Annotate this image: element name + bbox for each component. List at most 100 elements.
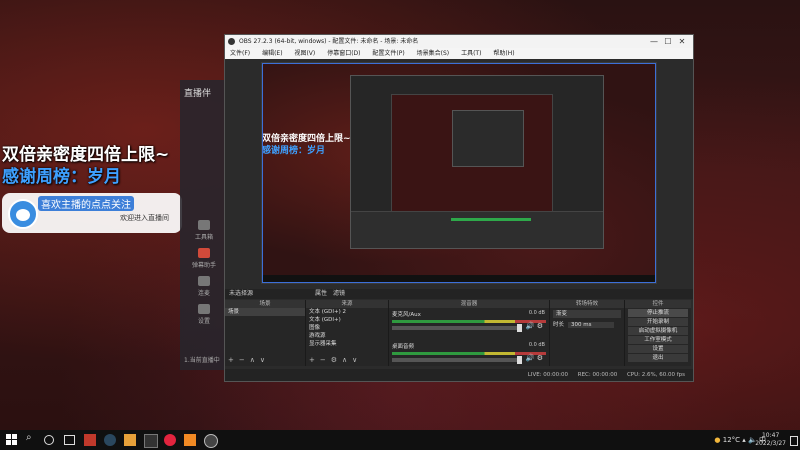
maximize-button[interactable]: ☐ [661,35,675,48]
gear-icon [198,304,210,314]
menu-view[interactable]: 视图(V) [294,50,315,57]
menu-tools[interactable]: 工具(T) [461,50,481,57]
virtual-camera-button[interactable]: 启动虚拟摄像机 [628,327,688,335]
properties-button[interactable]: 属性 [315,289,327,299]
source-item[interactable]: 文本 (GDI+) [306,316,388,324]
volume-knob[interactable] [517,356,522,364]
transition-duration: 时长 300 ms [553,320,621,328]
menu-edit[interactable]: 编辑(E) [262,50,282,57]
speaker-icon[interactable]: 🔊 [526,322,535,330]
menu-docks[interactable]: 停靠窗口(D) [327,50,360,57]
obs-taskbar-icon[interactable] [204,434,218,448]
windows-start-icon[interactable] [6,434,18,446]
exit-button[interactable]: 退出 [628,354,688,362]
search-icon[interactable]: ⌕ [26,432,38,444]
no-source-label: 未选择源 [229,290,254,297]
add-source-icon[interactable]: + [309,356,315,364]
scenes-dock: 场景 场景 + − ∧ ∨ [225,300,306,366]
steam-icon[interactable] [104,434,116,446]
stream-assistant-icon[interactable] [184,434,196,446]
add-scene-icon[interactable]: + [228,356,234,364]
studio-mode-button[interactable]: 工作室模式 [628,336,688,344]
obs-window[interactable]: OBS 27.2.3 (64-bit, windows) - 配置文件: 未命名… [224,34,694,382]
speaker-icon[interactable]: 🔊 [526,354,535,362]
taskbar-clock[interactable]: 10:47 2022/3/27 [755,432,786,448]
clock-date: 2022/3/27 [755,440,786,447]
volume-knob[interactable] [517,324,522,332]
transition-select[interactable]: 渐变 [553,310,621,318]
mixer-track-mic: 麦克风/Aux 0.0 dB 🔊 ⚙ [392,310,546,332]
scenes-toolbar: + − ∧ ∨ [228,356,270,364]
stop-streaming-button[interactable]: 停止推流 [628,309,688,317]
remove-scene-icon[interactable]: − [239,356,245,364]
move-up-icon[interactable]: ∧ [342,356,347,364]
volume-meter [392,320,546,323]
start-recording-button[interactable]: 开始录制 [628,318,688,326]
minimize-button[interactable]: — [647,35,661,48]
source-item[interactable]: 图像 [306,324,388,332]
task-view-icon[interactable] [64,435,75,445]
cortana-icon[interactable] [44,435,54,445]
weather-icon[interactable]: ● [714,436,720,444]
obs-titlebar[interactable]: OBS 27.2.3 (64-bit, windows) - 配置文件: 未命名… [225,35,693,48]
sidebar-item-danmaku[interactable]: 弹幕助手 [184,248,224,269]
window-title: OBS 27.2.3 (64-bit, windows) - 配置文件: 未命名… [239,38,419,45]
bubble-text: 欢迎进入直播间 [120,214,169,222]
volume-slider[interactable] [392,356,522,364]
remove-source-icon[interactable]: − [320,356,326,364]
menu-help[interactable]: 帮助(H) [493,50,514,57]
clock-time: 10:47 [761,432,780,439]
obs-logo-icon [228,38,235,45]
source-item[interactable]: 游戏源 [306,332,388,340]
weather-temp[interactable]: 12°C [723,436,740,444]
controls-header: 控件 [625,300,691,308]
doraemon-avatar-icon [8,199,38,229]
volume-meter [392,352,546,355]
bubble-title: 喜欢主播的点点关注 [38,196,134,211]
volume-slider[interactable] [392,324,522,332]
stream-app-logo: 直播伴 [184,89,212,99]
scene-item[interactable]: 场景 [225,308,305,316]
dock-area: 场景 场景 + − ∧ ∨ 来源 文本 (GDI+) 2 文本 (GDI+) 图像 游… [225,300,693,366]
app-icon-red[interactable] [84,434,96,446]
sources-header: 来源 [306,300,388,308]
notification-icon[interactable] [790,436,798,446]
source-item[interactable]: 文本 (GDI+) 2 [306,308,388,316]
source-toolbar: 未选择源 属性 滤镜 [225,289,693,299]
duration-input[interactable]: 300 ms [568,322,615,328]
gear-icon[interactable]: ⚙ [537,322,543,330]
settings-button[interactable]: 设置 [628,345,688,353]
preview-canvas[interactable]: 双倍亲密度四倍上限~ 感谢周榜：岁月 [261,62,657,284]
mixer-track-desktop: 桌面音频 0.0 dB 🔊 ⚙ [392,342,546,364]
toolbox-icon [198,220,210,230]
app-icon-orange[interactable] [124,434,136,446]
source-selection-box[interactable] [262,63,656,283]
stream-assistant-sidebar: 直播伴 工具箱 弹幕助手 连麦 设置 1.当前直播中 [180,80,228,370]
app-icon-dark[interactable] [144,434,158,448]
weibo-icon[interactable] [164,434,176,446]
menu-bar: 文件(F) 编辑(E) 视图(V) 停靠窗口(D) 配置文件(P) 场景集合(S… [225,48,693,59]
menu-file[interactable]: 文件(F) [230,50,250,57]
move-down-icon[interactable]: ∨ [260,356,265,364]
network-icon[interactable]: ▴ [742,436,746,444]
sources-dock: 来源 文本 (GDI+) 2 文本 (GDI+) 图像 游戏源 显示器采集 + −… [306,300,389,366]
sidebar-item-link[interactable]: 连麦 [184,276,224,297]
sidebar-item-toolbox[interactable]: 工具箱 [184,220,224,241]
windows-taskbar: ⌕ ● 12°C ▴ 🔈 中 10:47 2022/3/27 [0,430,800,450]
transitions-header: 转场特效 [550,300,624,308]
menu-profile[interactable]: 配置文件(P) [372,50,404,57]
move-up-icon[interactable]: ∧ [250,356,255,364]
controls-dock: 控件 停止推流 开始录制 启动虚拟摄像机 工作室模式 设置 退出 [625,300,691,366]
source-settings-icon[interactable]: ⚙ [331,356,337,364]
filters-button[interactable]: 滤镜 [333,289,345,299]
mixer-header: 混音器 [389,300,549,308]
move-down-icon[interactable]: ∨ [352,356,357,364]
source-item[interactable]: 显示器采集 [306,340,388,348]
close-button[interactable]: ✕ [675,35,689,48]
scenes-header: 场景 [225,300,305,308]
sidebar-item-settings[interactable]: 设置 [184,304,224,325]
link-icon [198,276,210,286]
gear-icon[interactable]: ⚙ [537,354,543,362]
menu-scene-collection[interactable]: 场景集合(S) [417,50,450,57]
rec-timer: REC: 00:00:00 [577,372,618,378]
